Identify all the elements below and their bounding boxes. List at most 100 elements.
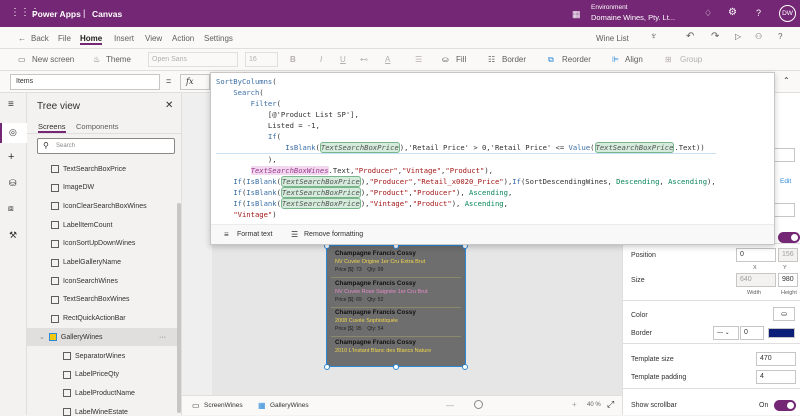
code-line[interactable]: [@'Product List SP'],	[216, 109, 716, 120]
tree-item[interactable]: TextSearchBoxPrice	[51, 165, 126, 173]
resize-handle[interactable]	[393, 364, 399, 370]
code-line[interactable]: Filter(	[216, 98, 716, 109]
menu-settings[interactable]: Settings	[204, 34, 233, 43]
tree-item[interactable]: RectQuickActionBar	[51, 314, 126, 323]
border-button[interactable]: Border	[502, 55, 526, 64]
fill-color-icon[interactable]: ⛀	[773, 307, 795, 321]
notification-icon[interactable]: ♢	[704, 8, 712, 19]
property-select[interactable]: Items	[10, 74, 160, 90]
align-button[interactable]: Align	[625, 55, 643, 64]
share-icon[interactable]: ⚇	[755, 32, 762, 41]
settings-icon[interactable]: ⚙	[728, 7, 737, 18]
border-style-select[interactable]: — ⌄	[713, 326, 739, 340]
tree-item[interactable]: ⌄ GalleryWines ···	[39, 333, 166, 342]
template-padding-input[interactable]: 4	[756, 370, 796, 384]
gallery-item[interactable]: Champagne Francis Cossy NV Cuvée Origine…	[335, 250, 425, 273]
border-width-input[interactable]: 0	[740, 326, 764, 340]
code-line[interactable]: "Vintage")	[216, 209, 716, 220]
zoom-in-icon[interactable]: +	[572, 400, 577, 409]
underline-icon[interactable]: U	[340, 55, 346, 64]
tree-item[interactable]: IconSortUpDownWines	[51, 239, 135, 248]
show-scrollbar-toggle[interactable]	[774, 400, 796, 411]
code-line[interactable]: If(IsBlank(TextSearchBoxPrice),"Vintage"…	[216, 198, 716, 209]
play-icon[interactable]: ▷	[735, 32, 741, 41]
italic-icon[interactable]: I	[320, 55, 322, 64]
redo-icon[interactable]: ↷	[711, 31, 719, 42]
remove-formatting-button[interactable]: Remove formatting	[304, 231, 363, 238]
width-input[interactable]: 640	[736, 273, 776, 287]
resize-handle[interactable]	[462, 364, 468, 370]
tree-item[interactable]: IconClearSearchBoxWines	[51, 202, 147, 211]
edit-link[interactable]: Edit	[780, 178, 791, 185]
zoom-slider[interactable]	[474, 400, 483, 409]
insert-icon[interactable]: +	[8, 151, 14, 163]
search-input[interactable]: ⚲ Search	[37, 138, 175, 154]
avatar[interactable]: DW	[779, 5, 796, 22]
code-line[interactable]: SortByColumns(	[216, 76, 716, 87]
gallery-wines[interactable]: Champagne Francis Cossy NV Cuvée Origine…	[324, 243, 468, 370]
new-screen-button[interactable]: New screen	[32, 55, 74, 64]
font-color-icon[interactable]: A	[385, 55, 390, 64]
strikethrough-icon[interactable]: ⊷	[360, 55, 368, 64]
zoom-out-icon[interactable]: —	[446, 401, 454, 410]
tree-item[interactable]: SeparatorWines	[63, 352, 125, 360]
breadcrumb-screen[interactable]: ScreenWines	[204, 402, 243, 409]
gallery-item[interactable]: Champagne Francis Cossy 2008 Cuvée Sophi…	[335, 309, 416, 332]
position-y-input[interactable]: 156	[778, 248, 798, 262]
tree-item[interactable]: LabelItemCount	[51, 221, 112, 230]
tree-item[interactable]: IconSearchWines	[51, 277, 118, 286]
font-size-select[interactable]: 16	[245, 52, 278, 67]
media-icon[interactable]: ⧈	[8, 203, 14, 214]
theme-button[interactable]: Theme	[106, 55, 131, 64]
formula-code[interactable]: SortByColumns( Search( Filter( [@'Produc…	[216, 76, 716, 220]
tab-screens[interactable]: Screens	[38, 122, 66, 133]
fit-to-window-icon[interactable]: ⤢	[607, 399, 614, 410]
breadcrumb-control[interactable]: GalleryWines	[270, 402, 309, 409]
height-input[interactable]: 980	[778, 273, 798, 287]
tree-item[interactable]: TextSearchBoxWines	[51, 295, 130, 304]
text-align-icon[interactable]: ☰	[415, 55, 422, 64]
gallery-item[interactable]: Champagne Francis Cossy NV Cuvée Rosé Sa…	[335, 280, 428, 303]
help-icon[interactable]: ?	[756, 8, 761, 18]
help-icon[interactable]: ?	[778, 32, 782, 41]
undo-icon[interactable]: ↶	[686, 31, 694, 42]
font-select[interactable]: Open Sans	[148, 52, 238, 67]
fill-button[interactable]: Fill	[456, 55, 466, 64]
menu-home[interactable]: Home	[80, 34, 103, 45]
more-options-icon[interactable]: ···	[159, 334, 166, 341]
code-line[interactable]: Search(	[216, 87, 716, 98]
formula-editor[interactable]: SortByColumns( Search( Filter( [@'Produc…	[210, 72, 775, 245]
environment-name[interactable]: Domaine Wines, Pty. Lt...	[591, 13, 675, 22]
tree-item[interactable]: LabelGalleryName	[51, 258, 121, 267]
back-button[interactable]: Back	[31, 34, 49, 43]
code-line[interactable]: Listed = -1,	[216, 120, 716, 131]
collapse-formula-icon[interactable]: ⌃	[783, 76, 790, 85]
tab-components[interactable]: Components	[76, 122, 119, 131]
app-checker-icon[interactable]: ♆	[650, 31, 658, 42]
chevron-down-icon[interactable]: ⌄	[39, 333, 45, 341]
gallery-item[interactable]: Champagne Francis Cossy 2010 L'Instant B…	[335, 339, 431, 356]
code-line[interactable]: If(IsBlank(TextSearchBoxPrice),"Product"…	[216, 187, 716, 198]
tree-item[interactable]: ImageDW	[51, 183, 94, 192]
bold-icon[interactable]: B	[290, 55, 296, 64]
fx-button[interactable]: fx	[180, 74, 210, 90]
property-toggle[interactable]	[778, 232, 800, 243]
menu-insert[interactable]: Insert	[114, 34, 134, 43]
back-arrow-icon[interactable]: ←	[18, 34, 26, 43]
menu-file[interactable]: File	[58, 34, 71, 43]
tree-item[interactable]: LabelProductName	[63, 389, 135, 398]
border-color-swatch[interactable]	[768, 328, 795, 338]
code-line[interactable]: TextSearchBoxWines.Text,"Producer","Vint…	[216, 165, 716, 176]
template-size-input[interactable]: 470	[756, 352, 796, 366]
code-line[interactable]: If(IsBlank(TextSearchBoxPrice),"Producer…	[216, 176, 716, 187]
code-line[interactable]: If(	[216, 131, 716, 142]
reorder-button[interactable]: Reorder	[562, 55, 591, 64]
menu-view[interactable]: View	[145, 34, 162, 43]
tools-icon[interactable]: ⚒	[9, 230, 17, 241]
code-line[interactable]: ),	[216, 154, 716, 165]
data-icon[interactable]: ⛁	[9, 178, 17, 189]
tree-view-tab[interactable]: ◎	[0, 123, 27, 143]
menu-action[interactable]: Action	[172, 34, 194, 43]
position-x-input[interactable]: 0	[736, 248, 776, 262]
group-button[interactable]: Group	[680, 55, 702, 64]
